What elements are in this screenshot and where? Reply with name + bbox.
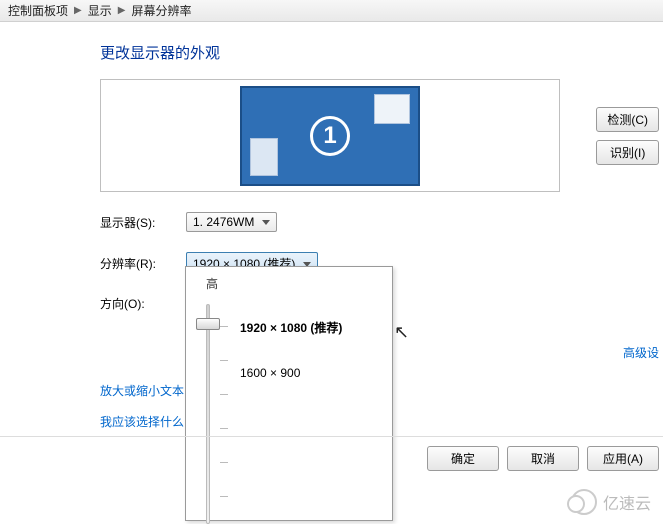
monitor-preview-area: 1 bbox=[100, 79, 560, 192]
slider-high-label: 高 bbox=[206, 275, 380, 292]
chevron-right-icon: ▶ bbox=[118, 5, 126, 16]
watermark: 亿速云 bbox=[571, 489, 651, 515]
divider bbox=[0, 436, 663, 437]
crumb-control-panel[interactable]: 控制面板项 bbox=[8, 2, 68, 19]
display-label: 显示器(S): bbox=[100, 214, 186, 231]
monitor-number: 1 bbox=[310, 116, 350, 156]
monitor-1[interactable]: 1 bbox=[240, 86, 420, 186]
display-value: 1. 2476WM bbox=[193, 215, 254, 229]
window-icon bbox=[250, 138, 278, 176]
identify-button[interactable]: 识别(I) bbox=[596, 140, 659, 165]
page-title: 更改显示器的外观 bbox=[100, 42, 633, 63]
chevron-right-icon: ▶ bbox=[74, 5, 82, 16]
display-select[interactable]: 1. 2476WM bbox=[186, 212, 277, 232]
slider-thumb[interactable] bbox=[196, 318, 220, 330]
resolution-option-1600x900[interactable]: 1600 × 900 bbox=[240, 363, 342, 383]
advanced-settings-link[interactable]: 高级设 bbox=[623, 344, 659, 361]
watermark-logo-icon bbox=[571, 489, 597, 515]
crumb-resolution[interactable]: 屏幕分辨率 bbox=[131, 2, 191, 19]
detect-button[interactable]: 检测(C) bbox=[596, 107, 659, 132]
breadcrumb: 控制面板项 ▶ 显示 ▶ 屏幕分辨率 bbox=[0, 0, 663, 22]
resolution-label: 分辨率(R): bbox=[100, 255, 186, 272]
window-icon bbox=[374, 94, 410, 124]
cancel-button[interactable]: 取消 bbox=[507, 446, 579, 471]
resolution-slider[interactable] bbox=[198, 298, 218, 524]
apply-button[interactable]: 应用(A) bbox=[587, 446, 659, 471]
resolution-option-1920x1080[interactable]: 1920 × 1080 (推荐) bbox=[240, 316, 342, 339]
crumb-display[interactable]: 显示 bbox=[88, 2, 112, 19]
watermark-text: 亿速云 bbox=[603, 490, 651, 514]
ok-button[interactable]: 确定 bbox=[427, 446, 499, 471]
resolution-dropdown-panel[interactable]: 高 1920 × 1080 (推荐) 1600 × 900 bbox=[185, 266, 393, 521]
orientation-label: 方向(O): bbox=[100, 295, 186, 312]
